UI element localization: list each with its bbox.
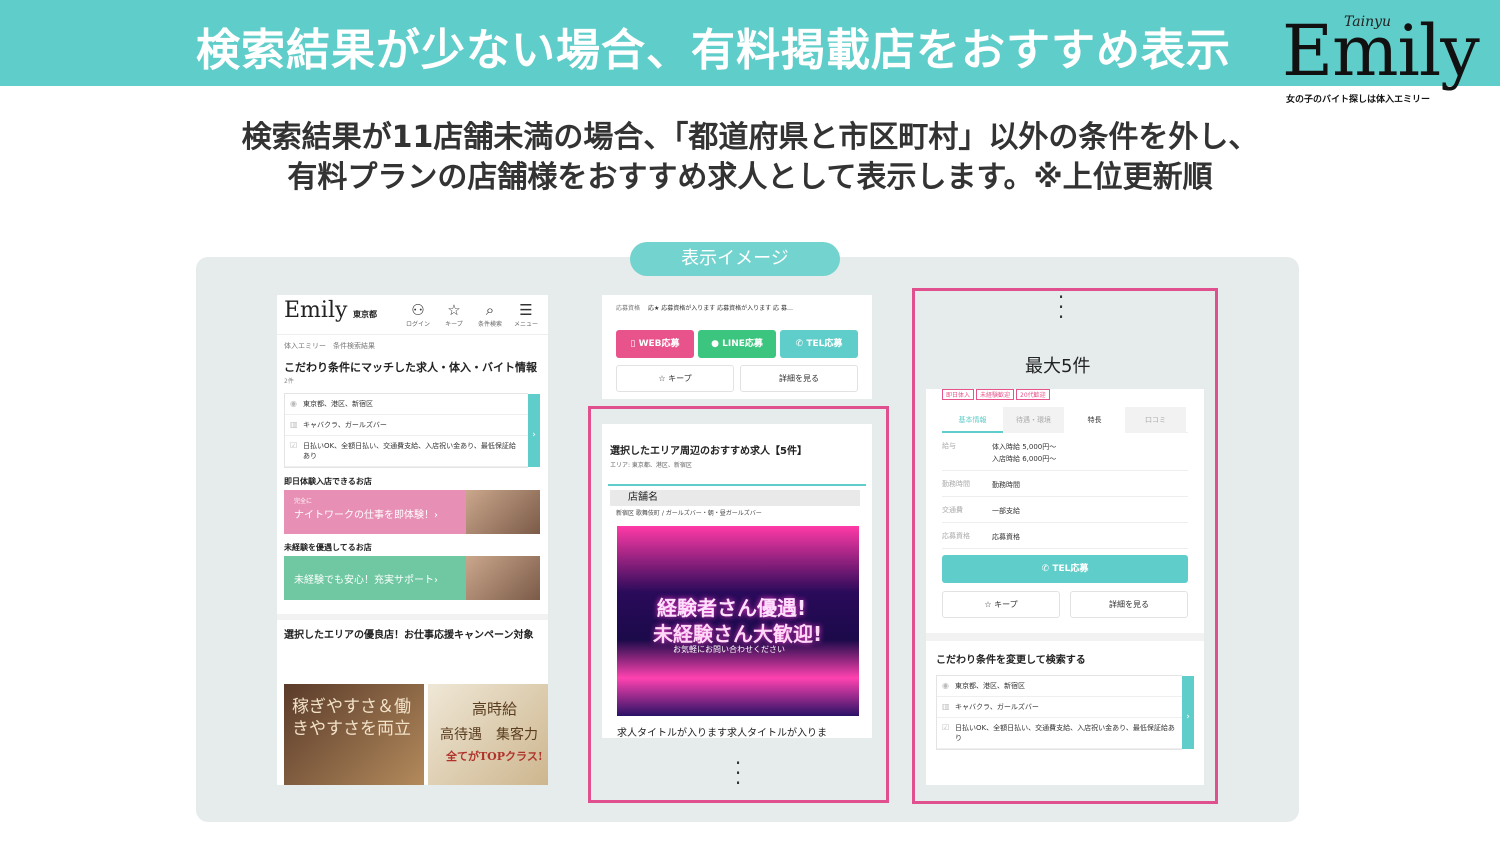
- condition-area-text: 東京都、港区、新宿区: [303, 400, 373, 408]
- keep-button[interactable]: ☆ キープ: [616, 365, 734, 392]
- site-header: Emily 東京都 ⚇ ログイン ☆ キープ ⌕ 条件検索 ☰ メニュー: [277, 295, 548, 335]
- search-nav-button[interactable]: ⌕ 条件検索: [476, 301, 504, 328]
- promo-text: ナイトワークの仕事を即体験！›: [294, 510, 438, 521]
- user-icon: ⚇: [411, 301, 425, 319]
- star-icon: ☆: [447, 301, 461, 319]
- campaign-banner-1[interactable]: 稼ぎやすさ＆働きやすさを両立: [284, 684, 424, 785]
- condition-features: ☑ 日払いOK、全額日払い、交通費支給、入店祝い金あり、最低保証給あり: [285, 436, 528, 467]
- tel-apply-label: TEL応募: [806, 339, 843, 349]
- web-apply-label: WEB応募: [638, 339, 680, 349]
- description-line-1: 検索結果が11店舗未満の場合、「都道府県と市区町村」以外の条件を外し、: [241, 120, 1259, 155]
- menu-icon: ☰: [519, 301, 533, 319]
- emily-logo: Emily Tainyu 女の子のバイト探しは体入エミリー: [1270, 4, 1500, 108]
- check-icon: ☑: [290, 441, 298, 450]
- more-dots: · · ·: [1057, 285, 1065, 329]
- pin-icon: ◉: [290, 399, 297, 408]
- shop-icon: ▥: [290, 420, 298, 429]
- section-beginner: 未経験を優遇してるお店: [284, 543, 372, 552]
- campaign-banner-2[interactable]: 高時給 高待遇 集客力 全てがTOPクラス!: [428, 684, 548, 785]
- menu-label: メニュー: [513, 321, 538, 328]
- chat-icon: ●: [711, 339, 719, 349]
- keep-nav-button[interactable]: ☆ キープ: [440, 301, 468, 328]
- breadcrumb[interactable]: 体入エミリー 条件検索結果: [277, 335, 548, 357]
- screen-card-previous: 応募資格 応★ 応募資格が入ります 応募資格が入ります 応 募… ▯ WEB応募…: [602, 295, 872, 399]
- qualification-row: 応募資格 応★ 応募資格が入ります 応募資格が入ります 応 募…: [602, 295, 872, 316]
- display-image-label: 表示イメージ: [630, 242, 840, 276]
- promo-text: 未経験でも安心！充実サポート›: [294, 575, 438, 586]
- highlight-frame-list: [588, 406, 889, 803]
- campaign-banner-2-line1: 高時給: [472, 700, 518, 718]
- phone-icon: ▯: [630, 339, 636, 349]
- campaign-banner-2-line2: 高待遇 集客力: [440, 727, 538, 743]
- description: 検索結果が11店舗未満の場合、「都道府県と市区町村」以外の条件を外し、 有料プラ…: [0, 118, 1500, 198]
- condition-features-text: 日払いOK、全額日払い、交通費支給、入店祝い金あり、最低保証給あり: [303, 442, 516, 460]
- login-label: ログイン: [405, 321, 430, 328]
- search-icon: ⌕: [485, 301, 495, 319]
- header-banner: 検索結果が少ない場合、有料掲載店をおすすめ表示 Emily Tainyu 女の子…: [0, 0, 1500, 105]
- tel-apply-button[interactable]: ✆ TEL応募: [780, 330, 858, 358]
- menu-button[interactable]: ☰ メニュー: [512, 301, 540, 328]
- chevron-right-icon[interactable]: ›: [528, 394, 540, 467]
- section-same-day: 即日体験入店できるお店: [284, 477, 372, 486]
- model-photo: [466, 490, 540, 534]
- logo-script: Tainyu: [1344, 14, 1392, 30]
- detail-button[interactable]: 詳細を見る: [740, 365, 858, 392]
- area-label[interactable]: 東京都: [353, 309, 377, 320]
- promo-small-text: 完全に: [294, 498, 313, 505]
- description-line-2: 有料プランの店舗様をおすすめ求人として表示します。※上位更新順: [287, 160, 1213, 195]
- condition-type: ▥ キャバクラ、ガールズバー: [285, 415, 528, 436]
- condition-type-text: キャバクラ、ガールズバー: [303, 421, 387, 429]
- keep-label: キープ: [445, 321, 463, 328]
- call-icon: ✆: [795, 339, 804, 349]
- web-apply-button[interactable]: ▯ WEB応募: [616, 330, 694, 358]
- search-label: 条件検索: [477, 321, 502, 328]
- results-heading: こだわり条件にマッチした求人・体入・バイト情報: [284, 361, 537, 374]
- campaign-banner-1-text: 稼ぎやすさ＆働きやすさを両立: [292, 697, 411, 739]
- screen-search-results: Emily 東京都 ⚇ ログイン ☆ キープ ⌕ 条件検索 ☰ メニュー 体入エ…: [277, 295, 548, 785]
- logo-tagline: 女の子のバイト探しは体入エミリー: [1286, 95, 1431, 105]
- campaign-banner-2-line3: 全てがTOPクラス!: [446, 750, 543, 763]
- qualification-text: 応★ 応募資格が入ります 応募資格が入ります 応 募…: [647, 305, 793, 312]
- qualification-label: 応募資格: [616, 305, 641, 312]
- max-items-label: 最大5件: [1025, 356, 1091, 377]
- model-photo: [466, 556, 540, 600]
- line-apply-button[interactable]: ● LINE応募: [698, 330, 776, 358]
- results-count: 2件: [284, 378, 294, 385]
- more-dots: · · ·: [734, 751, 742, 795]
- condition-area: ◉ 東京都、港区、新宿区: [285, 394, 528, 415]
- condition-box[interactable]: ◉ 東京都、港区、新宿区 ▥ キャバクラ、ガールズバー ☑ 日払いOK、全額日払い、交…: [284, 393, 540, 468]
- login-button[interactable]: ⚇ ログイン: [404, 301, 432, 328]
- promo-banner-beginner[interactable]: 未経験でも安心！充実サポート›: [284, 556, 540, 600]
- promo-banner-same-day[interactable]: 完全に ナイトワークの仕事を即体験！›: [284, 490, 540, 534]
- campaign-heading: 選択したエリアの優良店！お仕事応援キャンペーン対象: [277, 614, 548, 646]
- page-title: 検索結果が少ない場合、有料掲載店をおすすめ表示: [196, 25, 1231, 76]
- line-apply-label: LINE応募: [722, 339, 763, 349]
- site-logo[interactable]: Emily: [284, 298, 347, 323]
